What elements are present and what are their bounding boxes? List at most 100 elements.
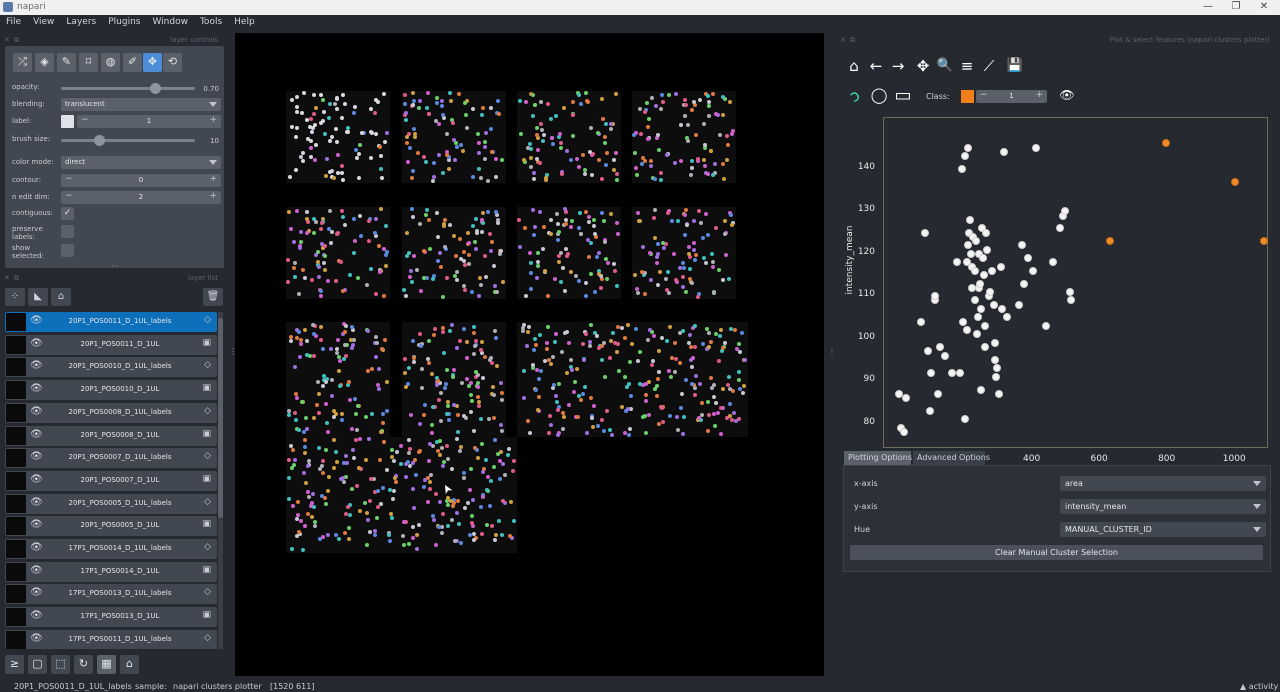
visibility-eye-icon[interactable]: 👁 — [30, 406, 43, 417]
layer-row[interactable]: 👁 20P1_POS0005_D_1UL_labels ◇ — [5, 493, 217, 514]
shuffle-colors-icon[interactable]: ⤮ — [13, 53, 32, 72]
layer-row[interactable]: 👁 20P1_POS0010_D_1UL ▣ — [5, 380, 217, 401]
visibility-eye-icon[interactable]: 👁 — [30, 610, 43, 621]
dock-float-close-icon[interactable]: ✕ ⧉ — [4, 36, 20, 45]
activity-button[interactable]: ▲ activity — [1240, 682, 1278, 691]
maximize-button[interactable]: ❐ — [1222, 0, 1250, 15]
color-picker-icon[interactable]: ✐ — [123, 53, 142, 72]
splitter-handle[interactable]: ⋮ — [229, 347, 237, 357]
visibility-eye-icon[interactable]: 👁 — [30, 429, 43, 440]
new-shapes-layer-icon[interactable]: ◣ — [28, 288, 48, 306]
menu-tools[interactable]: Tools — [194, 15, 228, 27]
layer-row[interactable]: 👁 20P1_POS0011_D_1UL ▣ — [5, 334, 217, 355]
visibility-eye-icon[interactable]: 👁 — [30, 519, 43, 530]
y-axis-dropdown[interactable]: intensity_mean — [1060, 499, 1266, 514]
opacity-slider-knob[interactable] — [149, 83, 161, 94]
minimize-button[interactable]: — — [1194, 0, 1222, 15]
visibility-eye-icon[interactable]: 👁 — [30, 474, 43, 485]
dock-float-close-icon[interactable]: ✕ ⧉ — [840, 36, 856, 45]
x-axis-dropdown[interactable]: area — [1060, 476, 1266, 491]
class-color-swatch[interactable] — [961, 90, 974, 103]
zoom-tool-icon[interactable]: 🔍 — [936, 57, 954, 75]
brush-size-slider[interactable] — [61, 135, 195, 146]
menu-window[interactable]: Window — [146, 15, 194, 27]
delete-layer-icon[interactable]: 🗑 — [203, 288, 223, 306]
splitter-handle[interactable]: ⋮ — [828, 347, 836, 357]
layer-row[interactable]: 👁 20P1_POS0010_D_1UL_labels ◇ — [5, 357, 217, 378]
save-figure-icon[interactable]: 💾 — [1006, 57, 1024, 75]
viewer-canvas[interactable]: ➤ — [235, 33, 824, 676]
visibility-eye-icon[interactable]: 👁 — [30, 315, 43, 326]
lasso-icon[interactable]: ↄ — [842, 83, 868, 109]
layer-row[interactable]: 👁 17P1_POS0011_D_1UL_labels ◇ — [5, 629, 217, 649]
layer-row[interactable]: 👁 20P1_POS0008_D_1UL ▣ — [5, 425, 217, 446]
increment-icon[interactable]: + — [1035, 90, 1043, 100]
increment-icon[interactable]: + — [209, 115, 217, 125]
menu-layers[interactable]: Layers — [60, 15, 102, 27]
layer-row[interactable]: 👁 17P1_POS0013_D_1UL ▣ — [5, 607, 217, 628]
panel-resize-handle[interactable]: ··· — [108, 263, 122, 271]
layer-row[interactable]: 👁 20P1_POS0007_D_1UL ▣ — [5, 470, 217, 491]
reset-view-icon[interactable]: ⌂ — [120, 655, 139, 674]
eye-toggle-icon[interactable]: 👁 — [1057, 87, 1077, 105]
layer-list-scrollbar[interactable] — [218, 312, 223, 649]
roll-dims-icon[interactable]: ⬚ — [51, 655, 70, 674]
layer-row[interactable]: 👁 20P1_POS0005_D_1UL ▣ — [5, 516, 217, 537]
show-selected-checkbox[interactable] — [61, 244, 74, 257]
edit-axis-icon[interactable]: ⟋ — [980, 57, 998, 75]
ndisplay-toggle-icon[interactable]: ▢ — [28, 655, 47, 674]
visibility-eye-icon[interactable]: 👁 — [30, 360, 43, 371]
close-window-button[interactable]: ✕ — [1250, 0, 1278, 15]
grid-mode-icon[interactable]: ▦ — [97, 655, 116, 674]
visibility-eye-icon[interactable]: 👁 — [30, 451, 43, 462]
transpose-dims-icon[interactable]: ↻ — [74, 655, 93, 674]
class-spinbox[interactable]: −1 + — [976, 90, 1047, 103]
layer-row[interactable]: 👁 20P1_POS0011_D_1UL_labels ◇ — [5, 312, 217, 332]
menu-help[interactable]: Help — [228, 15, 261, 27]
rectangle-select-icon[interactable]: ▭ — [893, 87, 913, 105]
ellipse-select-icon[interactable]: ◯ — [869, 87, 889, 105]
tab-advanced-options[interactable]: Advanced Options — [913, 451, 990, 465]
layer-row[interactable]: 👁 17P1_POS0014_D_1UL_labels ◇ — [5, 539, 217, 559]
scrollbar-thumb[interactable] — [218, 318, 223, 518]
layer-row[interactable]: 👁 20P1_POS0008_D_1UL_labels ◇ — [5, 402, 217, 423]
color-mode-dropdown[interactable]: direct — [61, 156, 221, 169]
console-icon[interactable]: ≥ — [5, 655, 24, 674]
forward-arrow-icon[interactable]: → — [889, 57, 907, 75]
hue-dropdown[interactable]: MANUAL_CLUSTER_ID — [1060, 522, 1266, 537]
contour-spinbox[interactable]: −0 + — [61, 174, 221, 187]
menu-plugins[interactable]: Plugins — [102, 15, 146, 27]
menu-view[interactable]: View — [27, 15, 60, 27]
scatter-plot-area[interactable] — [883, 117, 1268, 448]
visibility-eye-icon[interactable]: 👁 — [30, 497, 43, 508]
clear-manual-cluster-selection-button[interactable]: Clear Manual Cluster Selection — [850, 545, 1263, 560]
visibility-eye-icon[interactable]: 👁 — [30, 587, 43, 598]
polygon-icon[interactable]: ⌑ — [79, 53, 98, 72]
label-spinbox[interactable]: −1 + — [77, 115, 221, 128]
blending-dropdown[interactable]: translucent — [61, 98, 221, 111]
tab-plotting-options[interactable]: Plotting Options — [844, 451, 912, 465]
menu-file[interactable]: File — [0, 15, 27, 27]
visibility-eye-icon[interactable]: 👁 — [30, 565, 43, 576]
visibility-eye-icon[interactable]: 👁 — [30, 542, 43, 553]
configure-subplots-icon[interactable]: ≡ — [958, 57, 976, 75]
pan-zoom-icon[interactable]: ✥ — [143, 53, 162, 72]
visibility-eye-icon[interactable]: 👁 — [30, 633, 43, 644]
new-points-layer-icon[interactable]: ⁘ — [5, 288, 25, 306]
label-color-swatch[interactable] — [61, 115, 74, 128]
layer-row[interactable]: 👁 17P1_POS0014_D_1UL ▣ — [5, 561, 217, 582]
visibility-eye-icon[interactable]: 👁 — [30, 383, 43, 394]
increment-icon[interactable]: + — [209, 174, 217, 184]
pan-tool-icon[interactable]: ✥ — [914, 57, 932, 75]
home-tool-icon[interactable]: ⌂ — [845, 57, 863, 75]
back-arrow-icon[interactable]: ← — [867, 57, 885, 75]
increment-icon[interactable]: + — [209, 191, 217, 201]
preserve-labels-checkbox[interactable] — [61, 225, 74, 238]
dock-float-close-icon[interactable]: ✕ ⧉ — [4, 274, 20, 283]
opacity-slider[interactable] — [61, 83, 195, 94]
paint-brush-icon[interactable]: ✎ — [57, 53, 76, 72]
visibility-eye-icon[interactable]: 👁 — [30, 338, 43, 349]
transform-icon[interactable]: ⟲ — [163, 53, 182, 72]
layer-row[interactable]: 👁 17P1_POS0013_D_1UL_labels ◇ — [5, 584, 217, 605]
erase-icon[interactable]: ◈ — [35, 53, 54, 72]
